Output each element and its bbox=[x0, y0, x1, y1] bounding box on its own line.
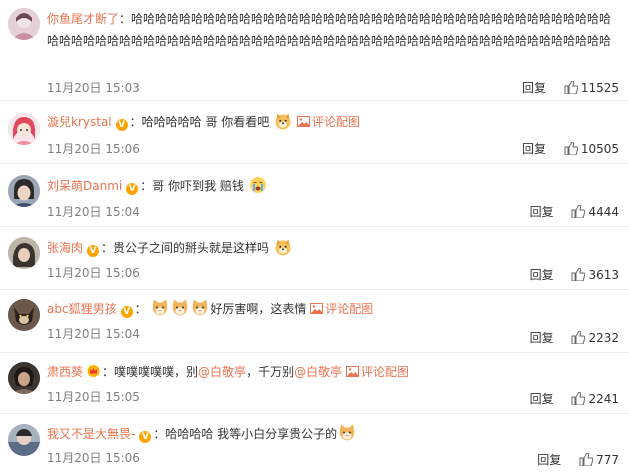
comment-item: 我又不是大無畏- V ：哈哈哈哈 我等小白分享贵公子的 11月20日 15:06 回… bbox=[0, 414, 629, 473]
avatar[interactable] bbox=[8, 8, 40, 40]
comment-image-link[interactable]: 评论配图 bbox=[361, 365, 409, 379]
cat-emoji-icon bbox=[153, 299, 168, 316]
colon: ： bbox=[101, 241, 114, 255]
like-button[interactable]: 4444 bbox=[571, 205, 619, 219]
thumbs-up-icon bbox=[564, 142, 578, 155]
comment-text: 贵公子之间的掰头就是这样吗 bbox=[113, 241, 270, 255]
like-count: 2232 bbox=[588, 331, 619, 345]
colon: ： bbox=[134, 302, 147, 316]
comment-image-link[interactable]: 评论配图 bbox=[312, 115, 360, 129]
like-count: 3613 bbox=[588, 268, 619, 282]
reply-button[interactable]: 回复 bbox=[530, 205, 554, 219]
avatar[interactable] bbox=[8, 299, 40, 331]
colon: ： bbox=[129, 115, 142, 129]
like-button[interactable]: 3613 bbox=[571, 268, 619, 282]
comment-item: 你鱼尾才断了：哈哈哈哈哈哈哈哈哈哈哈哈哈哈哈哈哈哈哈哈哈哈哈哈哈哈哈哈哈哈哈哈哈… bbox=[0, 0, 629, 100]
like-button[interactable]: 11525 bbox=[564, 81, 619, 95]
comment-text: 哥 你吓到我 赔钱 bbox=[152, 179, 244, 193]
username[interactable]: 张海肉 bbox=[47, 241, 83, 255]
thumbs-up-icon bbox=[571, 331, 586, 344]
comment-text: 噗噗噗噗噗，别 bbox=[114, 365, 199, 379]
username[interactable]: 刘呆萌Danmi bbox=[47, 179, 122, 193]
image-icon bbox=[310, 303, 324, 314]
username[interactable]: 肃西葵 bbox=[47, 365, 83, 379]
thumbs-up-icon bbox=[571, 392, 586, 405]
timestamp: 11月20日 15:04 bbox=[47, 327, 140, 341]
comment-text: 哈哈哈哈哈哈哈哈哈哈哈哈哈哈哈哈哈哈哈哈哈哈哈哈哈哈哈哈哈哈哈哈哈哈哈哈哈哈哈哈… bbox=[47, 12, 612, 48]
comment-text: 哈哈哈哈 我等小白分享贵公子的 bbox=[165, 427, 338, 441]
like-count: 2241 bbox=[588, 392, 619, 406]
comment-item: abc狐狸男孩 V： 好厉害啊，这表情 评论配图 11月20日 15:04 回复 … bbox=[0, 290, 629, 352]
doge-emoji-icon bbox=[275, 239, 291, 256]
thumbs-up-icon bbox=[564, 81, 578, 94]
thumbs-up-icon bbox=[579, 453, 594, 466]
comment-item: 肃西葵 ：噗噗噗噗噗，别@白敬亭，千万别@白敬亭 评论配图 11月20日 15:0… bbox=[0, 353, 629, 413]
colon: ： bbox=[119, 12, 132, 26]
like-count: 4444 bbox=[588, 205, 619, 219]
cat-emoji-icon bbox=[193, 299, 208, 316]
verified-v-icon: V bbox=[115, 119, 128, 131]
like-count: 10505 bbox=[580, 142, 619, 156]
cat-emoji-icon bbox=[173, 299, 188, 316]
verified-v-icon: V bbox=[120, 306, 133, 318]
like-button[interactable]: 10505 bbox=[564, 142, 619, 156]
avatar[interactable] bbox=[8, 424, 40, 456]
comment-text: 好厉害啊，这表情 bbox=[210, 302, 307, 316]
image-icon bbox=[296, 116, 310, 127]
timestamp: 11月20日 15:06 bbox=[47, 451, 140, 465]
timestamp: 11月20日 15:03 bbox=[47, 81, 140, 95]
crying-emoji-icon bbox=[249, 177, 266, 193]
comment-item: 漩兒krystal V ：哈哈哈哈哈 哥 你看看吧 评论配图 11月20日 15:0… bbox=[0, 101, 629, 163]
username[interactable]: 你鱼尾才断了 bbox=[47, 12, 119, 26]
reply-button[interactable]: 回复 bbox=[530, 392, 554, 406]
timestamp: 11月20日 15:04 bbox=[47, 205, 140, 219]
verified-v-icon: V bbox=[139, 431, 152, 443]
username[interactable]: 漩兒krystal bbox=[47, 115, 112, 129]
verified-v-icon: V bbox=[126, 183, 139, 195]
avatar[interactable] bbox=[8, 362, 40, 394]
avatar[interactable] bbox=[8, 113, 40, 145]
like-count: 777 bbox=[596, 453, 619, 467]
like-button[interactable]: 2241 bbox=[571, 392, 619, 406]
doge-emoji-icon bbox=[275, 113, 291, 130]
timestamp: 11月20日 15:06 bbox=[47, 142, 140, 156]
comment-image-link[interactable]: 评论配图 bbox=[325, 302, 373, 316]
mention-link[interactable]: @白敬亭 bbox=[198, 365, 246, 379]
avatar[interactable] bbox=[8, 237, 40, 269]
comment-text: 哈哈哈哈哈 哥 你看看吧 bbox=[141, 115, 270, 129]
thumbs-up-icon bbox=[571, 205, 586, 218]
reply-button[interactable]: 回复 bbox=[522, 81, 546, 95]
verified-v-icon: V bbox=[87, 245, 100, 257]
colon: ： bbox=[102, 365, 115, 379]
colon: ： bbox=[140, 179, 153, 193]
thumbs-up-icon bbox=[571, 268, 586, 281]
username[interactable]: abc狐狸男孩 bbox=[47, 302, 117, 316]
colon: ： bbox=[153, 427, 166, 441]
mention-link[interactable]: @白敬亭 bbox=[294, 365, 342, 379]
image-icon bbox=[345, 366, 359, 377]
reply-button[interactable]: 回复 bbox=[537, 453, 561, 467]
comment-text: ，千万别 bbox=[246, 365, 295, 379]
reply-button[interactable]: 回复 bbox=[522, 142, 546, 156]
comment-item: 张海肉 V ：贵公子之间的掰头就是这样吗 11月20日 15:06 回复 3613 bbox=[0, 227, 629, 289]
like-button[interactable]: 777 bbox=[579, 453, 619, 467]
reply-button[interactable]: 回复 bbox=[530, 268, 554, 282]
cat-emoji-icon bbox=[339, 424, 355, 441]
like-button[interactable]: 2232 bbox=[571, 331, 619, 345]
like-count: 11525 bbox=[580, 81, 619, 95]
avatar[interactable] bbox=[8, 175, 40, 207]
crown-icon bbox=[87, 365, 100, 377]
timestamp: 11月20日 15:06 bbox=[47, 266, 140, 280]
timestamp: 11月20日 15:05 bbox=[47, 390, 140, 404]
username[interactable]: 我又不是大無畏- bbox=[47, 427, 135, 441]
reply-button[interactable]: 回复 bbox=[530, 331, 554, 345]
comment-item: 刘呆萌Danmi V ：哥 你吓到我 赔钱 11月20日 15:04 回复 4444 bbox=[0, 164, 629, 226]
